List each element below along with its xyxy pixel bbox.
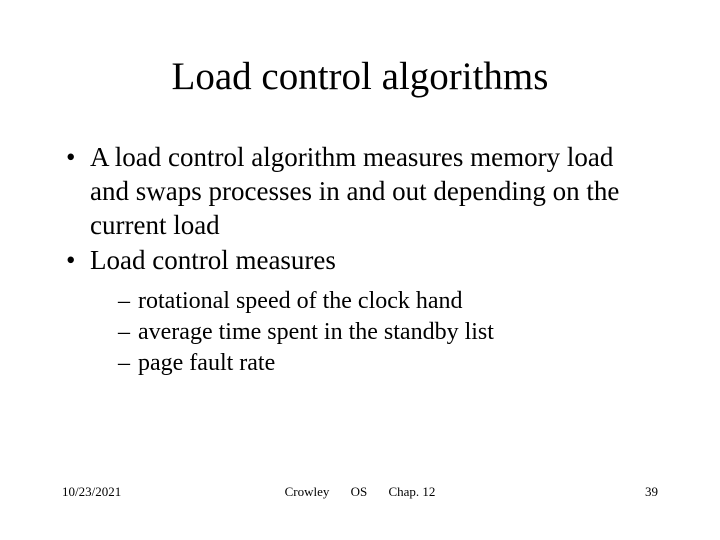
bullet-item: A load control algorithm measures memory… bbox=[62, 141, 658, 242]
sub-bullet-item: rotational speed of the clock hand bbox=[118, 286, 658, 316]
bullet-text: A load control algorithm measures memory… bbox=[90, 142, 619, 240]
slide: Load control algorithms A load control a… bbox=[0, 0, 720, 540]
sub-bullet-item: average time spent in the standby list bbox=[118, 317, 658, 347]
footer-center: Crowley OS Chap. 12 bbox=[62, 484, 658, 500]
sub-bullet-item: page fault rate bbox=[118, 348, 658, 378]
footer-course: OS bbox=[351, 484, 368, 499]
bullet-item: Load control measures rotational speed o… bbox=[62, 244, 658, 378]
footer-author: Crowley bbox=[285, 484, 330, 499]
footer-chapter: Chap. 12 bbox=[388, 484, 435, 499]
slide-title: Load control algorithms bbox=[62, 54, 658, 99]
slide-footer: 10/23/2021 Crowley OS Chap. 12 39 bbox=[62, 484, 658, 500]
bullet-list: A load control algorithm measures memory… bbox=[62, 141, 658, 378]
bullet-text: Load control measures bbox=[90, 245, 336, 275]
sub-bullet-list: rotational speed of the clock hand avera… bbox=[118, 286, 658, 378]
